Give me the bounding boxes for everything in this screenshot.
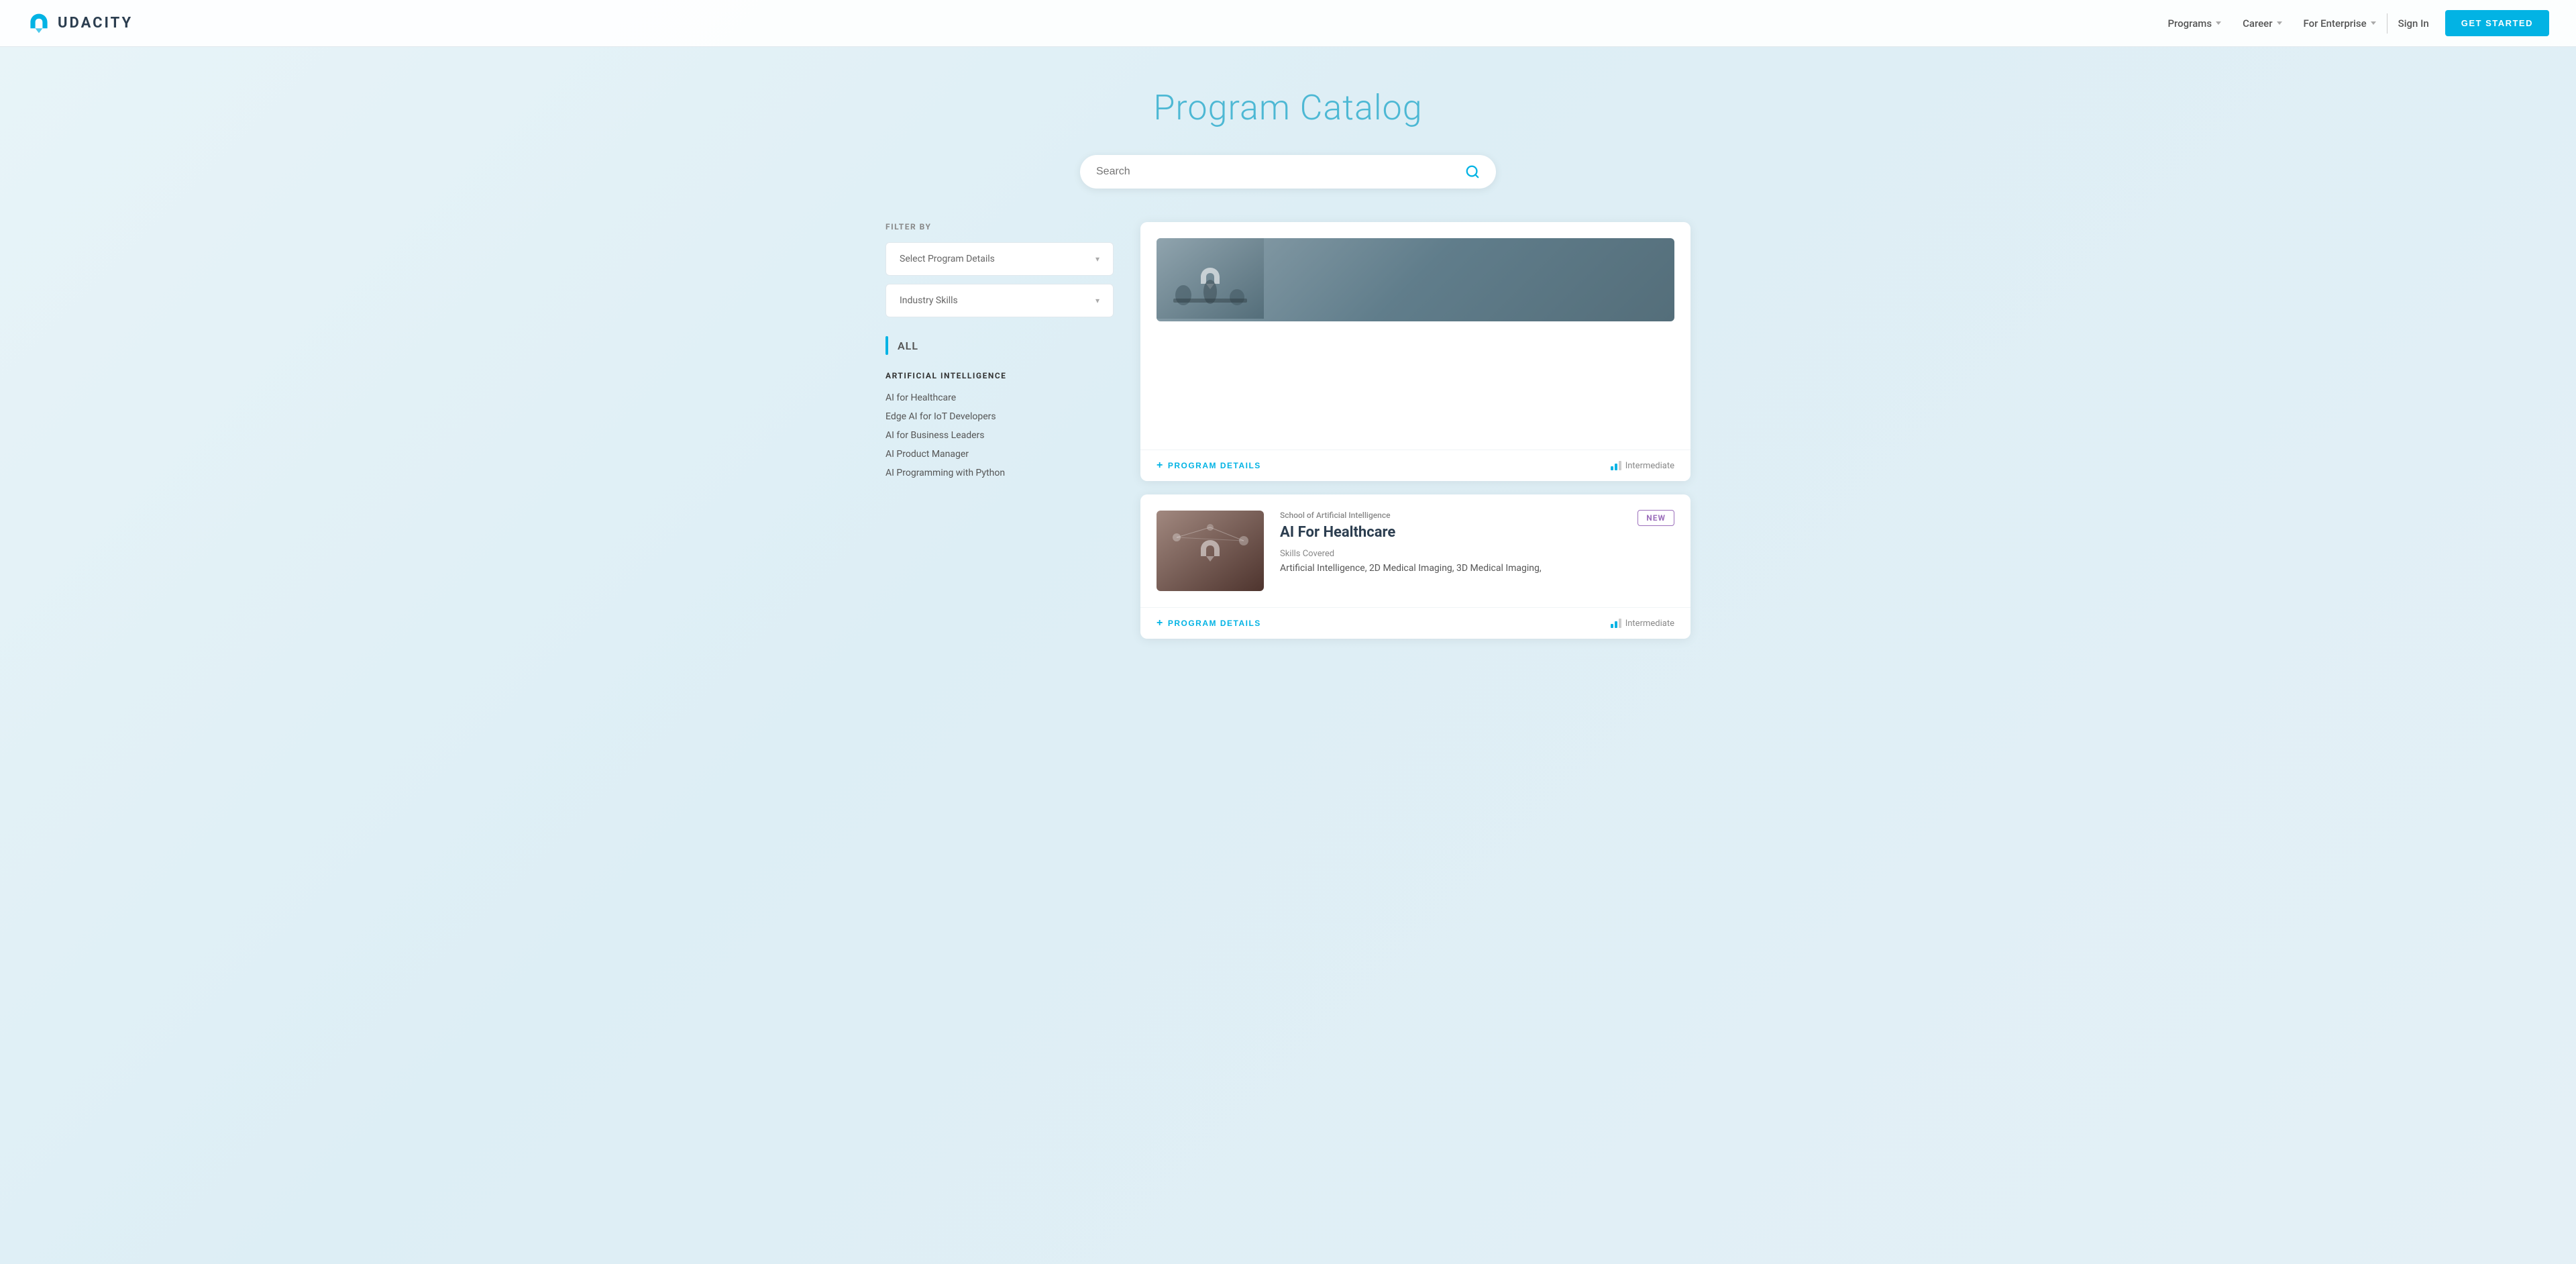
sidebar-category-title: ARTIFICIAL INTELLIGENCE (885, 371, 1114, 380)
search-icon (1465, 164, 1480, 179)
sidebar-active-indicator (885, 336, 888, 355)
card-body-healthcare: School of Artificial Intelligence AI For… (1140, 494, 1690, 607)
card-body-activation: School of Business Activation And Retent… (1140, 222, 1690, 450)
page-header: Program Catalog (0, 47, 2576, 155)
udacity-logo-icon (27, 11, 51, 36)
plus-icon-0: + (1157, 460, 1164, 472)
programs-chevron-icon (2216, 21, 2221, 25)
select-program-details[interactable]: Select Program Details ▾ (885, 242, 1114, 276)
navbar: UDACITY Programs Career For Enterprise S… (0, 0, 2576, 47)
get-started-button[interactable]: GET STARTED (2445, 10, 2549, 36)
card-badge-healthcare: NEW (1638, 511, 1674, 591)
search-box (1080, 155, 1496, 189)
card-level-0: Intermediate (1611, 461, 1674, 471)
sidebar: FILTER BY Select Program Details ▾ Indus… (885, 222, 1114, 652)
card-skills-1: Artificial Intelligence, 2D Medical Imag… (1280, 562, 1621, 576)
sidebar-category-ai: ARTIFICIAL INTELLIGENCE AI for Healthcar… (885, 371, 1114, 482)
program-card-activation: School of Business Activation And Retent… (1140, 222, 1690, 481)
search-container (0, 155, 2576, 189)
plus-icon-1: + (1157, 617, 1164, 629)
nav-programs[interactable]: Programs (2167, 17, 2221, 30)
sidebar-all-item[interactable]: ALL (885, 336, 1114, 355)
level-icon-1 (1611, 619, 1621, 628)
program-details-button-1[interactable]: + PROGRAM DETAILS (1157, 617, 1261, 629)
sidebar-item-ai-business[interactable]: AI for Business Leaders (885, 426, 1114, 445)
sidebar-item-ai-healthcare[interactable]: AI for Healthcare (885, 388, 1114, 407)
program-card-healthcare: School of Artificial Intelligence AI For… (1140, 494, 1690, 639)
search-input[interactable] (1096, 166, 1465, 178)
card-footer-activation: + PROGRAM DETAILS Intermediate (1140, 450, 1690, 481)
sidebar-item-ai-product[interactable]: AI Product Manager (885, 445, 1114, 464)
business-thumbnail-image (1157, 238, 1264, 319)
nav-career[interactable]: Career (2243, 17, 2282, 30)
logo[interactable]: UDACITY (27, 11, 133, 36)
sidebar-items-ai: AI for Healthcare Edge AI for IoT Develo… (885, 388, 1114, 482)
card-school-ai: School of Artificial Intelligence (1280, 511, 1621, 520)
enterprise-chevron-icon (2371, 21, 2376, 25)
sidebar-nav: ALL ARTIFICIAL INTELLIGENCE AI for Healt… (885, 336, 1114, 482)
card-thumbnail-business (1157, 238, 1674, 321)
signin-link[interactable]: Sign In (2398, 17, 2429, 30)
card-thumbnail-ai (1157, 511, 1264, 591)
nav-enterprise[interactable]: For Enterprise (2304, 17, 2376, 30)
cards-container: School of Business Activation And Retent… (1140, 222, 1690, 652)
filter-label: FILTER BY (885, 222, 1114, 231)
page-title: Program Catalog (0, 87, 2576, 128)
card-level-1: Intermediate (1611, 619, 1674, 629)
logo-text: UDACITY (58, 15, 133, 32)
card-title-healthcare: AI For Healthcare (1280, 524, 1621, 541)
select-industry-chevron-icon: ▾ (1095, 296, 1099, 305)
card-skills-label-1: Skills Covered (1280, 549, 1621, 559)
new-badge-1: NEW (1638, 510, 1674, 526)
program-details-button-0[interactable]: + PROGRAM DETAILS (1157, 460, 1261, 472)
sidebar-item-edge-ai[interactable]: Edge AI for IoT Developers (885, 407, 1114, 426)
select-industry-skills[interactable]: Industry Skills ▾ (885, 284, 1114, 317)
main-content: FILTER BY Select Program Details ▾ Indus… (859, 222, 1717, 652)
card-info-healthcare: School of Artificial Intelligence AI For… (1280, 511, 1621, 591)
level-icon-0 (1611, 461, 1621, 470)
sidebar-item-ai-python[interactable]: AI Programming with Python (885, 464, 1114, 482)
card-footer-healthcare: + PROGRAM DETAILS Intermediate (1140, 607, 1690, 639)
nav-links: Programs Career For Enterprise (2167, 17, 2375, 30)
ai-thumbnail-image (1157, 511, 1264, 591)
career-chevron-icon (2277, 21, 2282, 25)
search-button[interactable] (1465, 164, 1480, 179)
select-program-chevron-icon: ▾ (1095, 254, 1099, 264)
